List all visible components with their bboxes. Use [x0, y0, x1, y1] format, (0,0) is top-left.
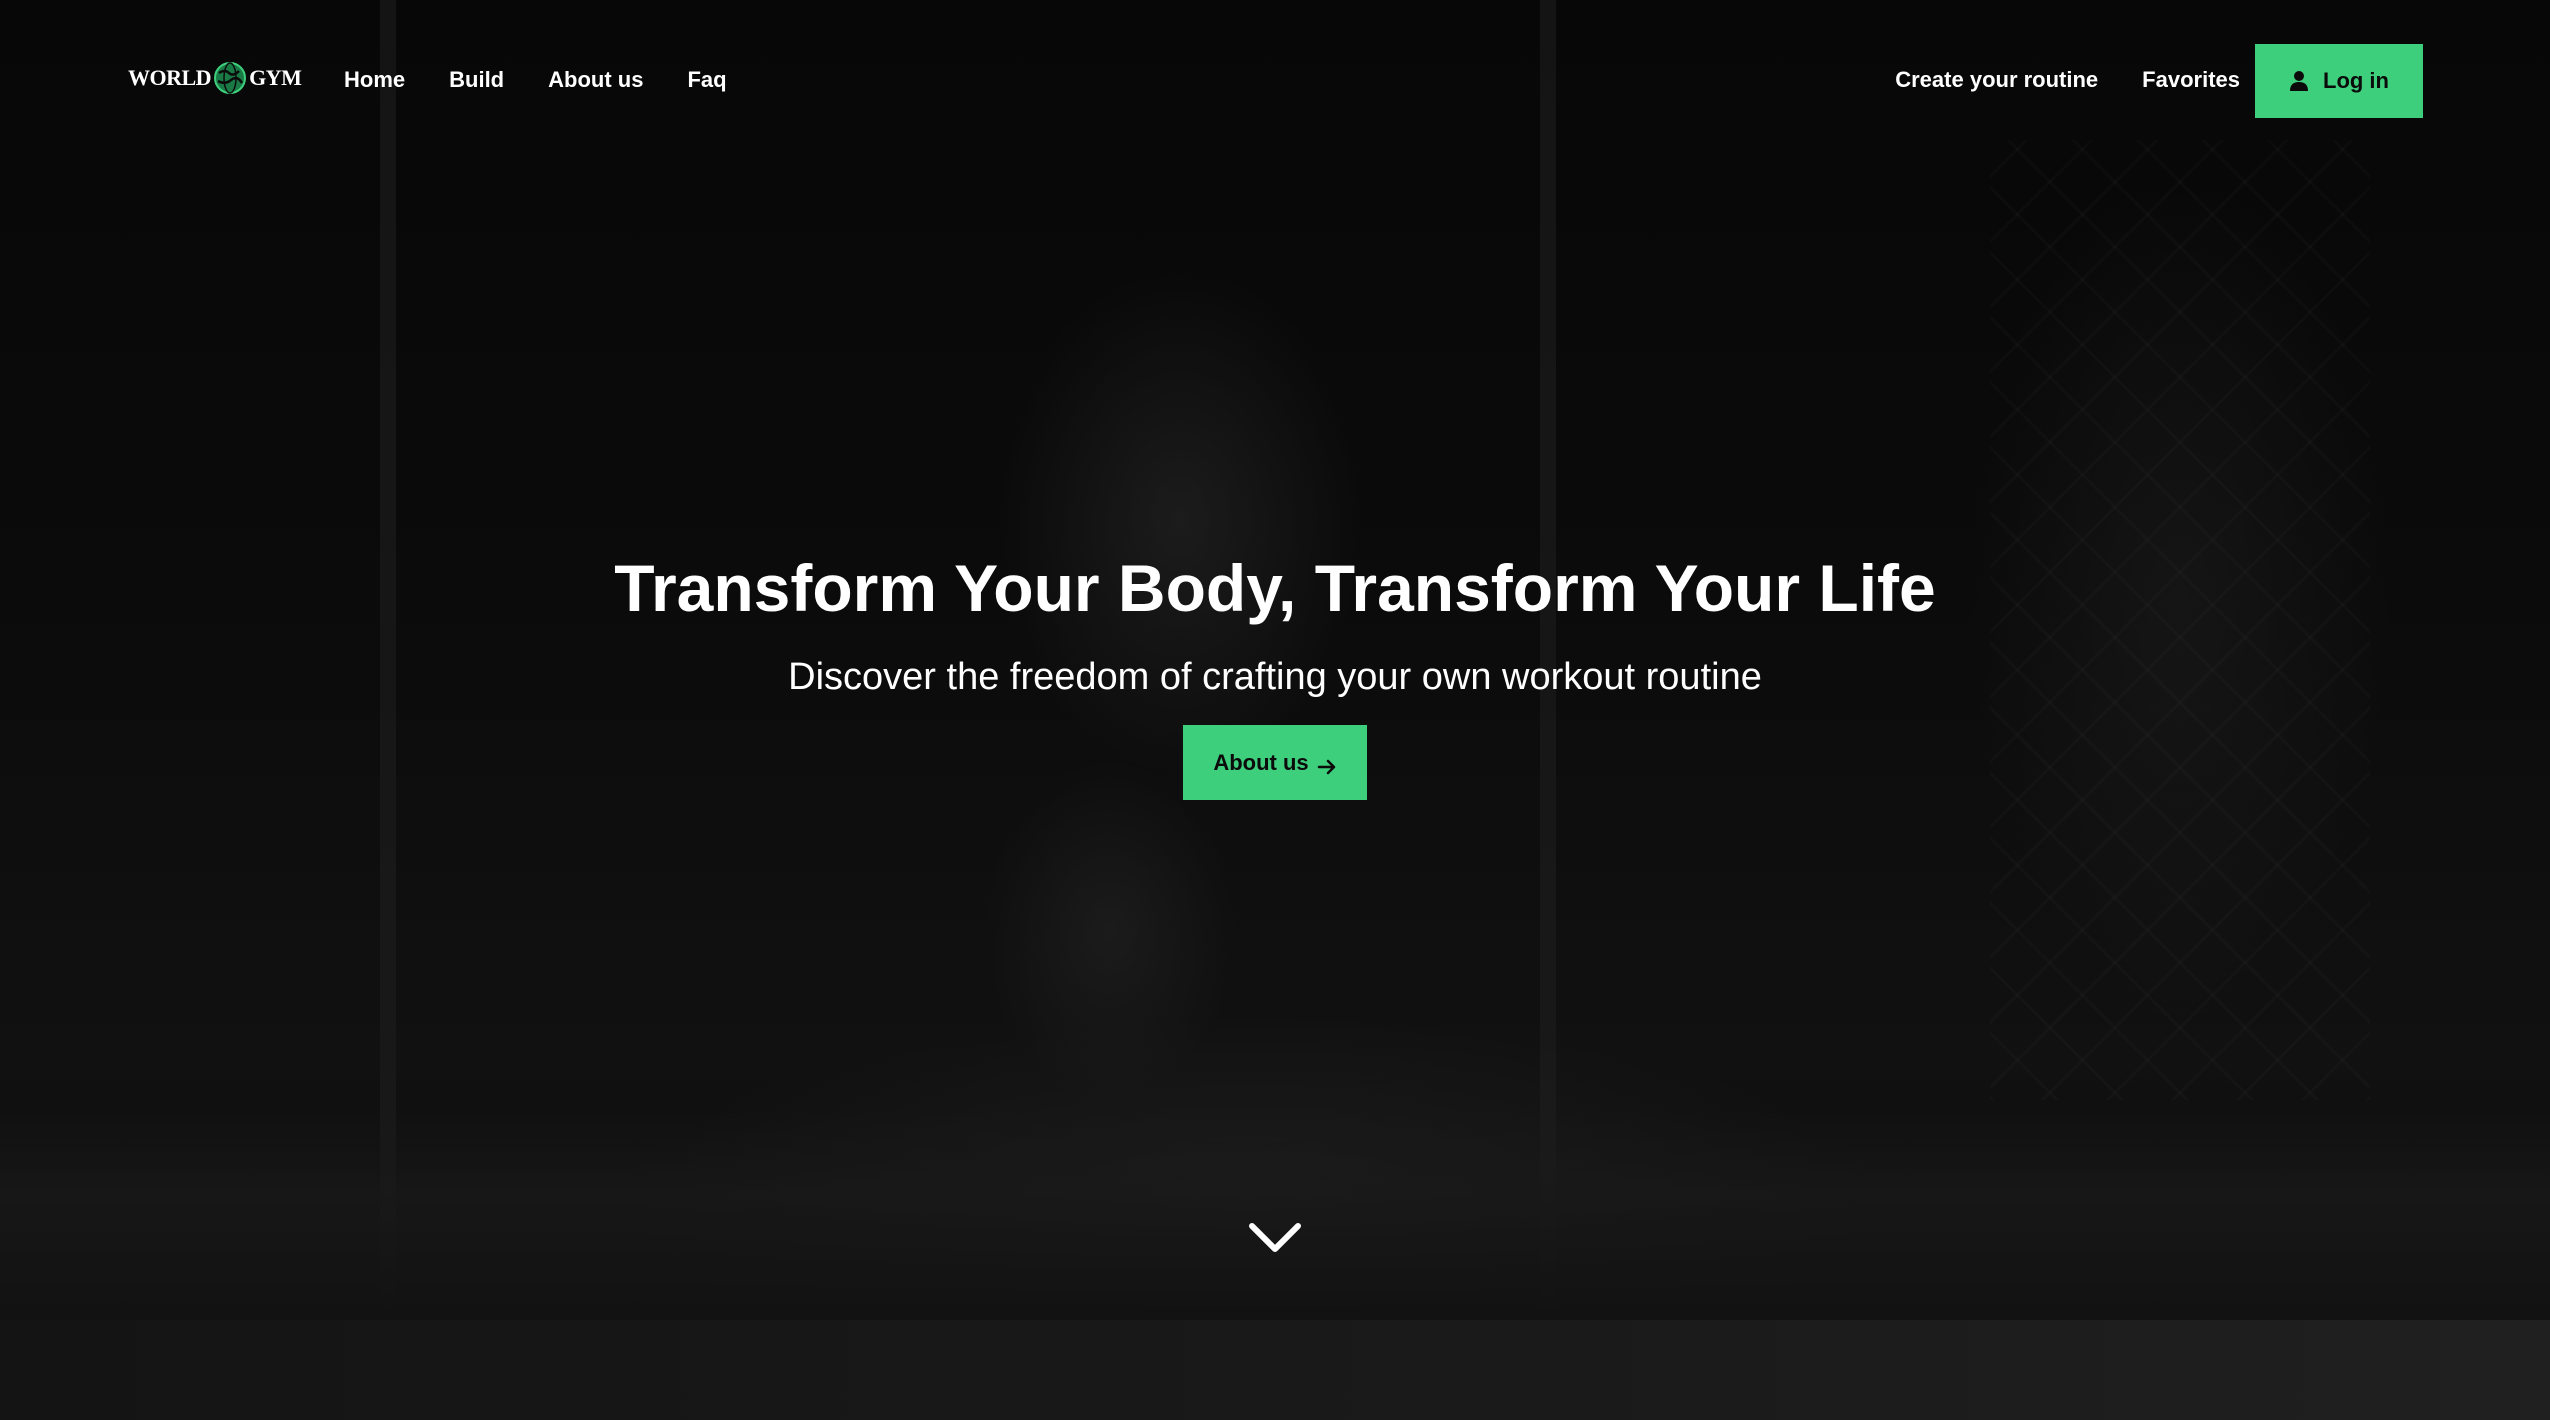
- nav-about-us[interactable]: About us: [548, 67, 643, 93]
- nav-home[interactable]: Home: [344, 67, 405, 93]
- background-floor: [0, 1110, 2550, 1320]
- logo-text-right: GYM: [249, 65, 302, 90]
- user-icon: [2289, 70, 2309, 92]
- globe-icon: [213, 61, 247, 95]
- login-button[interactable]: Log in: [2255, 44, 2423, 118]
- arrow-right-icon: [1317, 755, 1337, 774]
- about-us-button[interactable]: About us: [1183, 725, 1367, 800]
- hero-title: Transform Your Body, Transform Your Life: [614, 551, 1936, 625]
- chevron-down-icon[interactable]: [1248, 1222, 1302, 1254]
- navbar: WORLD GYM Home Build About us Faq Create…: [0, 0, 2550, 160]
- login-label: Log in: [2323, 68, 2389, 93]
- nav-faq[interactable]: Faq: [687, 67, 726, 93]
- logo[interactable]: WORLD GYM: [128, 56, 302, 100]
- nav-build[interactable]: Build: [449, 67, 504, 93]
- nav-favorites[interactable]: Favorites: [2142, 67, 2240, 93]
- nav-secondary: Create your routine Favorites: [1895, 58, 2240, 102]
- nav-create-routine[interactable]: Create your routine: [1895, 67, 2098, 93]
- page: WORLD GYM Home Build About us Faq Create…: [0, 0, 2550, 1420]
- logo-text-left: WORLD: [128, 65, 212, 90]
- hero-subtitle: Discover the freedom of crafting your ow…: [788, 656, 1762, 698]
- next-section-band: [0, 1320, 2550, 1420]
- nav-primary: Home Build About us Faq: [344, 58, 727, 102]
- about-us-label: About us: [1213, 749, 1309, 775]
